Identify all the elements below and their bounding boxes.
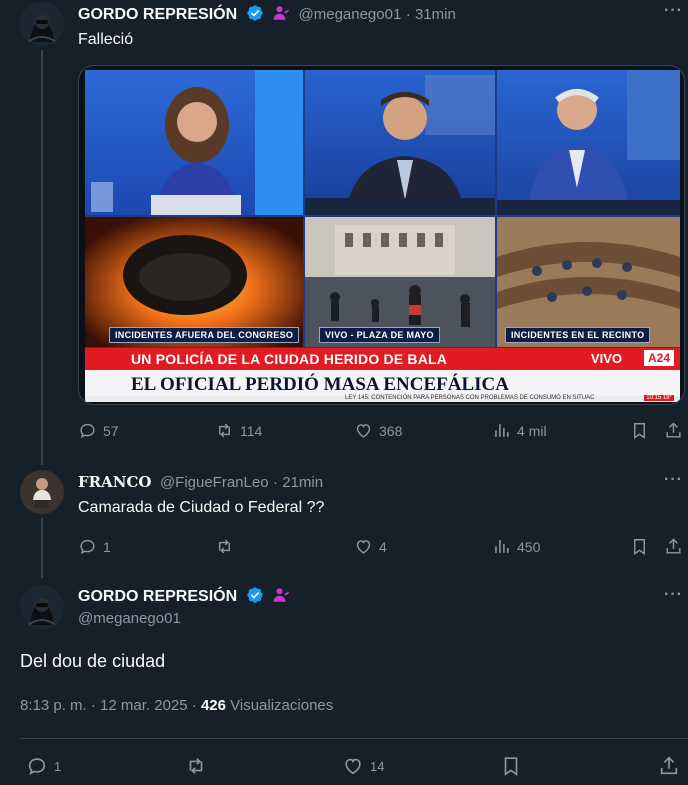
views-button[interactable]: 450 (492, 537, 540, 556)
live-label: VIVO (590, 351, 622, 366)
like-count: 368 (379, 422, 403, 439)
headline-main-bar: EL OFICIAL PERDIÓ MASA ENCEFÁLICA (85, 370, 680, 398)
affiliate-icon (273, 6, 290, 20)
heart-icon (356, 540, 371, 554)
more-options-icon[interactable]: ··· (664, 2, 683, 20)
views-count: 4 mil (517, 422, 547, 439)
tweet-header: GORDO REPRESIÓN (78, 586, 290, 606)
heart-icon (356, 424, 371, 438)
like-button[interactable]: 4 (354, 537, 387, 556)
reply-count: 1 (54, 758, 62, 774)
headline-top: UN POLICÍA DE LA CIUDAD HERIDO DE BALA (131, 351, 448, 367)
tweet-header: FRANCO @FigueFranLeo · 21min (78, 473, 323, 492)
tweet-media-image[interactable]: INCIDENTES AFUERA DEL CONGRESO VIVO - PL… (78, 65, 685, 405)
avatar[interactable] (20, 2, 64, 46)
studio-panel-mid (305, 70, 495, 215)
analytics-icon (495, 424, 509, 437)
main-tweet-text: Del dou de ciudad (20, 651, 166, 671)
like-button[interactable]: 368 (354, 421, 402, 440)
heart-icon (345, 758, 361, 775)
affiliate-icon (273, 588, 290, 602)
reply-icon (80, 423, 95, 439)
studio-panel-right (497, 70, 680, 215)
headline-main: EL OFICIAL PERDIÓ MASA ENCEFÁLICA (131, 374, 509, 395)
separator: · (405, 6, 415, 23)
tv-frame: INCIDENTES AFUERA DEL CONGRESO VIVO - PL… (85, 70, 680, 402)
share-icon (660, 756, 678, 775)
avatar[interactable] (20, 585, 64, 629)
channel-logo: A24 (643, 350, 674, 366)
media-tag-mid: VIVO - PLAZA DE MAYO (319, 327, 440, 343)
bookmark-icon (504, 757, 518, 776)
plaza-panel: VIVO - PLAZA DE MAYO (305, 217, 495, 347)
tweet-text: Falleció (78, 31, 134, 48)
tweet-text: Camarada de Ciudad o Federal ?? (78, 499, 325, 516)
reply-icon (80, 539, 95, 555)
views-count: 450 (517, 538, 541, 555)
thread-line (41, 518, 43, 578)
views-button[interactable]: 4 mil (492, 421, 547, 440)
repost-count: 114 (240, 422, 263, 439)
thread-line (41, 50, 43, 465)
avatar[interactable] (20, 470, 64, 514)
author-name[interactable]: GORDO REPRESIÓN (78, 6, 237, 23)
tweet-time[interactable]: 21min (282, 474, 323, 491)
more-options-icon[interactable]: ··· (664, 586, 683, 604)
studio-panel-left (85, 70, 303, 215)
repost-icon (189, 758, 203, 774)
analytics-icon (495, 540, 509, 553)
author-handle[interactable]: @meganego01 (78, 610, 181, 627)
repost-button[interactable] (185, 755, 207, 777)
ticker-text: LEY 145: CONTENCIÓN PARA PERSONAS CON PR… (345, 395, 595, 401)
like-button[interactable]: 14 (342, 755, 384, 777)
views-label: Visualizaciones (230, 697, 334, 714)
share-button[interactable] (664, 421, 683, 440)
author-name[interactable]: GORDO REPRESIÓN (78, 588, 237, 605)
clock: 10:15 18° (644, 395, 674, 401)
share-icon (666, 422, 681, 438)
reply-button[interactable]: 57 (78, 421, 119, 440)
reply-button[interactable]: 1 (78, 537, 111, 556)
reply-count: 1 (103, 538, 111, 555)
tweet-header: GORDO REPRESIÓN @meganego01 · 31min (78, 4, 456, 24)
views-count: 426 (200, 697, 226, 714)
media-tag-right: INCIDENTES EN EL RECINTO (505, 327, 651, 343)
repost-button[interactable]: 114 (215, 421, 262, 440)
ticker-bar: LEY 145: CONTENCIÓN PARA PERSONAS CON PR… (85, 395, 680, 402)
more-options-icon[interactable]: ··· (664, 471, 683, 489)
tweet-timestamp[interactable]: 8:13 p. m. · 12 mar. 2025 · (20, 697, 197, 714)
bookmark-icon (634, 423, 645, 439)
chamber-panel: INCIDENTES EN EL RECINTO (497, 217, 680, 347)
repost-icon (219, 539, 230, 554)
headline-top-bar: UN POLICÍA DE LA CIUDAD HERIDO DE BALA V… (85, 348, 680, 370)
share-icon (666, 538, 681, 554)
reply-icon (28, 758, 46, 775)
author-handle[interactable]: @FigueFranLeo (160, 474, 269, 491)
bookmark-button[interactable] (500, 755, 522, 777)
verified-badge-icon (246, 5, 263, 21)
media-tag-left: INCIDENTES AFUERA DEL CONGRESO (109, 327, 300, 343)
bookmark-icon (634, 539, 645, 555)
divider (20, 738, 688, 739)
separator: · (273, 474, 283, 491)
author-handle[interactable]: @meganego01 (299, 6, 402, 23)
reply-button[interactable]: 1 (26, 755, 61, 777)
tweet-meta: 8:13 p. m. · 12 mar. 2025 · 426 Visualiz… (20, 697, 333, 714)
fire-panel: INCIDENTES AFUERA DEL CONGRESO (85, 217, 303, 347)
share-button[interactable] (664, 537, 683, 556)
like-count: 14 (370, 758, 385, 774)
verified-badge-icon (246, 587, 263, 603)
repost-button[interactable] (215, 537, 234, 556)
tweet-time[interactable]: 31min (415, 6, 456, 23)
share-button[interactable] (658, 755, 680, 777)
bookmark-button[interactable] (630, 537, 649, 556)
reply-count: 57 (103, 422, 119, 439)
repost-icon (219, 423, 230, 438)
bookmark-button[interactable] (630, 421, 649, 440)
author-name[interactable]: FRANCO (78, 473, 151, 491)
like-count: 4 (379, 538, 387, 555)
